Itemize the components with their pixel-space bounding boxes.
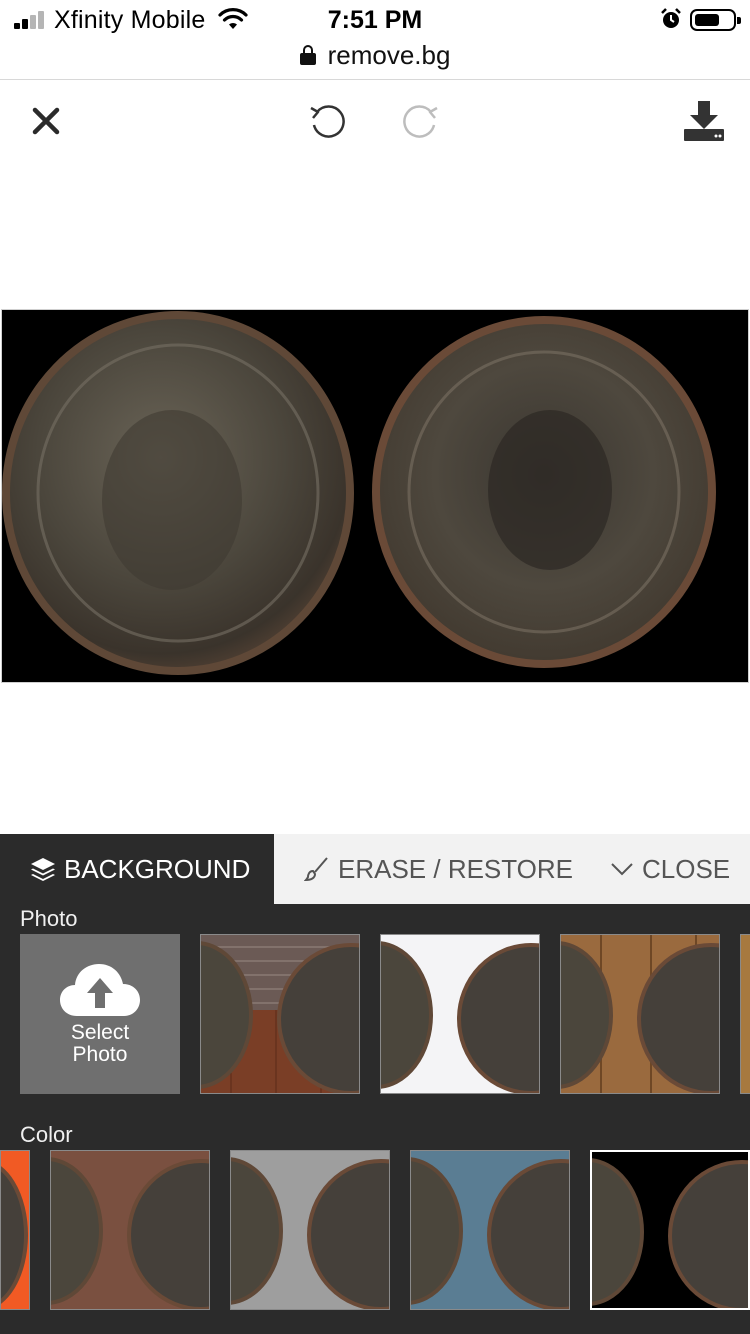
- download-button[interactable]: [678, 95, 730, 147]
- select-photo-button[interactable]: Select Photo: [20, 934, 180, 1094]
- color-background-blue[interactable]: [410, 1150, 570, 1310]
- editor-canvas: [0, 161, 750, 834]
- background-panel: BACKGROUND ERASE / RESTORE CLOSE Photo S…: [0, 834, 750, 1334]
- brush-icon: [304, 857, 328, 882]
- editor-toolbar: [0, 81, 750, 161]
- cloud-upload-icon: [60, 964, 140, 1016]
- coins-photo: [2, 311, 716, 675]
- coin-thumbnail: [561, 935, 719, 1093]
- image-preview[interactable]: [1, 309, 749, 683]
- status-time: 7:51 PM: [327, 6, 423, 34]
- photo-section-label: Photo: [20, 906, 78, 931]
- coin-thumbnail: [231, 1151, 389, 1309]
- photo-background-white[interactable]: [380, 934, 540, 1094]
- undo-icon: [310, 105, 345, 138]
- color-background-black-selected[interactable]: [590, 1150, 750, 1310]
- color-background-brown[interactable]: [50, 1150, 210, 1310]
- color-background-gray[interactable]: [230, 1150, 390, 1310]
- select-photo-label: Select Photo: [70, 1021, 130, 1066]
- lock-icon: [299, 45, 316, 65]
- coin-thumbnail: [51, 1151, 209, 1309]
- close-icon: [32, 107, 60, 135]
- alarm-icon: [661, 8, 681, 28]
- undo-button[interactable]: [302, 95, 354, 147]
- close-button[interactable]: [20, 95, 72, 147]
- photo-background-brick[interactable]: [200, 934, 360, 1094]
- color-section-label: Color: [20, 1122, 73, 1147]
- tab-close[interactable]: CLOSE: [610, 834, 730, 904]
- photo-background-next[interactable]: [740, 934, 750, 1094]
- coin-thumbnail: [1, 1151, 29, 1309]
- redo-icon: [403, 105, 438, 138]
- download-icon: [684, 101, 724, 141]
- layers-icon: [31, 858, 55, 881]
- url-bar[interactable]: remove.bg: [0, 40, 750, 80]
- coin-thumbnail: [201, 935, 359, 1093]
- tab-erase-restore[interactable]: ERASE / RESTORE: [304, 834, 573, 904]
- coin-thumbnail: [381, 935, 539, 1093]
- tab-erase-restore-label: ERASE / RESTORE: [338, 853, 574, 884]
- tab-close-label: CLOSE: [642, 853, 731, 884]
- color-background-orange[interactable]: [0, 1150, 30, 1310]
- tab-background-label: BACKGROUND: [64, 853, 251, 884]
- photo-background-wood[interactable]: [560, 934, 720, 1094]
- coin-thumbnail: [411, 1151, 569, 1309]
- battery-icon: [690, 9, 741, 31]
- coin-thumbnail: [741, 935, 750, 1093]
- tab-background[interactable]: BACKGROUND: [0, 834, 274, 904]
- url-text: remove.bg: [327, 40, 451, 70]
- status-bar: Xfinity Mobile 7:51 PM: [0, 0, 750, 40]
- chevron-down-icon: [611, 863, 633, 876]
- redo-button[interactable]: [394, 95, 446, 147]
- coin-thumbnail: [592, 1152, 748, 1308]
- panel-tabs: BACKGROUND ERASE / RESTORE CLOSE: [0, 834, 750, 904]
